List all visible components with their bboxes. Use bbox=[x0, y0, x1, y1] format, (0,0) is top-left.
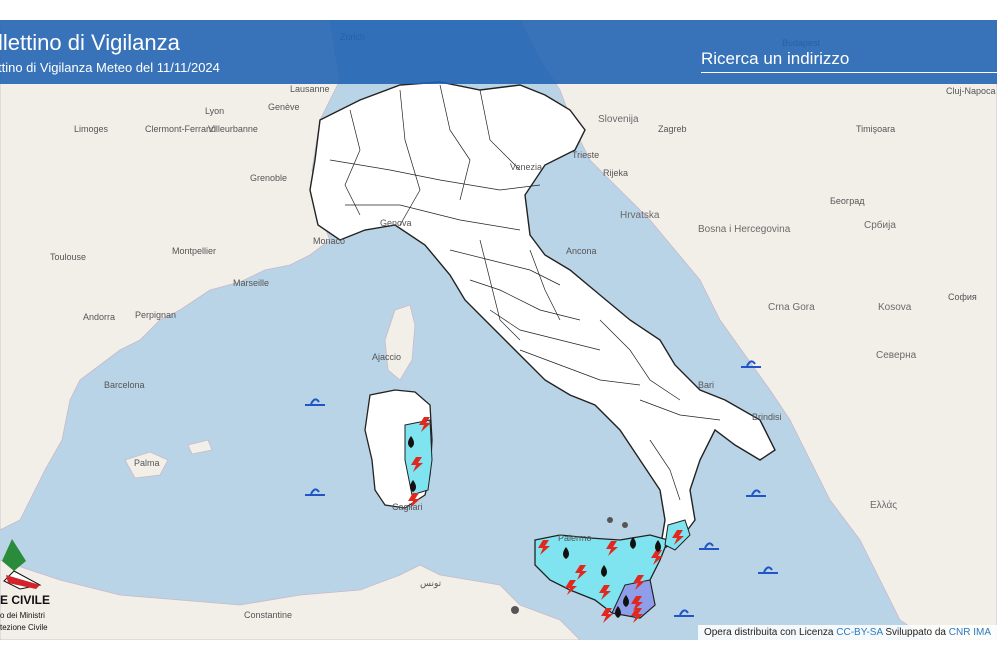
city-label: Timişoara bbox=[856, 124, 896, 134]
city-label: Cagliari bbox=[392, 502, 423, 512]
city-label: Bari bbox=[698, 380, 715, 390]
page-subtitle: ttino di Vigilanza Meteo del 11/11/2024 bbox=[0, 60, 220, 75]
city-label: София bbox=[948, 292, 977, 302]
city-label: Grenoble bbox=[250, 173, 288, 183]
city-label: Limoges bbox=[74, 124, 109, 134]
city-label: Ancona bbox=[566, 246, 597, 256]
license-link[interactable]: CC-BY-SA bbox=[836, 627, 882, 638]
city-label: Toulouse bbox=[50, 252, 87, 262]
country-label: Bosna i Hercegovina bbox=[698, 224, 791, 235]
city-label: Montpellier bbox=[172, 246, 217, 256]
city-label: Rijeka bbox=[603, 168, 629, 178]
attribution-middle: Sviluppato da bbox=[885, 627, 946, 638]
country-label: Северна bbox=[876, 350, 917, 361]
developer-link[interactable]: CNR IMA bbox=[949, 627, 991, 638]
country-label: Србија bbox=[864, 220, 896, 231]
city-label: Palermo bbox=[558, 533, 592, 543]
logo-title: E CIVILE bbox=[0, 593, 51, 607]
city-label: Marseille bbox=[233, 278, 270, 288]
city-label: Београд bbox=[830, 196, 865, 206]
island-eolie-2 bbox=[622, 522, 628, 528]
city-label: Barcelona bbox=[104, 380, 145, 390]
city-label: Lyon bbox=[205, 106, 225, 116]
map-attribution: Opera distribuita con Licenza CC-BY-SA S… bbox=[697, 625, 997, 640]
country-label: Slovenija bbox=[598, 114, 639, 125]
country-label: Kosova bbox=[878, 302, 912, 313]
logo-line-1: o dei Ministri bbox=[0, 611, 45, 620]
city-label: Brindisi bbox=[752, 412, 782, 422]
city-label: Constantine bbox=[244, 610, 293, 620]
city-label: Genève bbox=[268, 102, 300, 112]
country-label: Crna Gora bbox=[768, 302, 815, 313]
city-label: Palma bbox=[134, 458, 160, 468]
address-search-input[interactable] bbox=[701, 46, 997, 73]
city-label: Clermont-Ferrand bbox=[145, 124, 217, 134]
city-label: Venezia bbox=[510, 162, 543, 172]
attribution-prefix: Opera distribuita con Licenza bbox=[703, 627, 834, 638]
page-title: llettino di Vigilanza bbox=[0, 30, 180, 55]
logo-emblem-icon bbox=[2, 539, 42, 590]
city-label: Trieste bbox=[572, 150, 600, 160]
country-label: Ελλάς bbox=[870, 500, 898, 511]
logo-line-2: tezione Civile bbox=[0, 623, 48, 632]
city-label: Cluj-Napoca bbox=[946, 86, 996, 96]
city-label: Andorra bbox=[83, 312, 116, 322]
island-pantelleria bbox=[511, 606, 519, 614]
city-label: Villeurbanne bbox=[208, 124, 258, 134]
city-label: تونس bbox=[420, 578, 442, 588]
city-label: Genova bbox=[380, 218, 412, 228]
city-label: Ajaccio bbox=[372, 352, 402, 362]
header-bar: llettino di Vigilanza ttino di Vigilanza… bbox=[0, 20, 997, 84]
city-label: Lausanne bbox=[290, 84, 330, 94]
city-label: Perpignan bbox=[135, 310, 177, 320]
island-eolie bbox=[607, 517, 613, 523]
map-frame[interactable]: Zurich Budapest Lausanne Genève Lyon Lim… bbox=[0, 20, 997, 640]
protezione-civile-logo: E CIVILE o dei Ministri tezione Civile bbox=[0, 535, 50, 640]
map-canvas[interactable] bbox=[0, 20, 997, 640]
city-label: Zagreb bbox=[658, 124, 687, 134]
country-label: Hrvatska bbox=[620, 210, 660, 221]
city-label: Monaco bbox=[313, 236, 346, 246]
